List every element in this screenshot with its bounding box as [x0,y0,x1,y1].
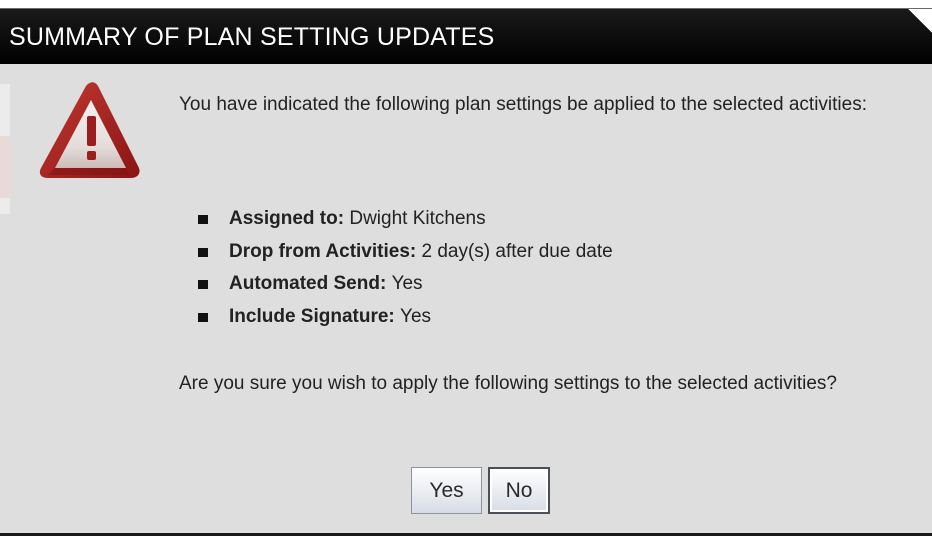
dialog-title: SUMMARY OF PLAN SETTING UPDATES [9,23,495,51]
setting-value: Dwight Kitchens [349,208,486,229]
setting-value: 2 day(s) after due date [421,240,613,262]
setting-label: Assigned to: [229,208,350,229]
plan-settings-dialog: SUMMARY OF PLAN SETTING UPDATES You have… [0,8,932,536]
setting-include-signature: Include Signature: Yes [198,301,613,334]
title-bar-corner [908,9,932,33]
square-bullet-icon [198,280,208,289]
yes-button[interactable]: Yes [411,467,482,514]
setting-value: Yes [400,305,432,327]
confirmation-question: Are you sure you wish to apply the follo… [179,373,837,394]
square-bullet-icon [198,247,208,257]
setting-label: Include Signature: [229,305,401,327]
setting-value: Yes [391,273,423,294]
setting-automated-send: Automated Send: Yes [198,268,613,301]
setting-label: Automated Send: [229,273,392,294]
square-bullet-icon [198,312,208,322]
dialog-title-bar[interactable]: SUMMARY OF PLAN SETTING UPDATES [0,8,932,64]
setting-assigned-to: Assigned to: Dwight Kitchens [198,203,613,236]
background-edge-highlight [0,136,10,198]
square-bullet-icon [198,215,208,224]
setting-label: Drop from Activities: [229,240,422,262]
intro-message: You have indicated the following plan se… [179,94,867,115]
settings-summary-list: Assigned to: Dwight Kitchens Drop from A… [198,203,613,333]
warning-triangle-icon [39,82,140,178]
setting-drop-from-activities: Drop from Activities: 2 day(s) after due… [198,236,613,269]
no-button[interactable]: No [488,467,550,514]
